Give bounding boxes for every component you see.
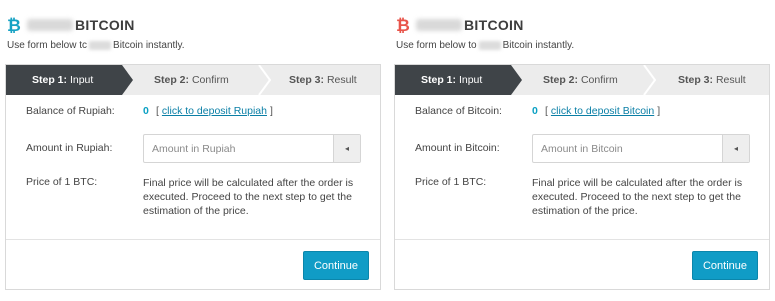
amount-field-group: ◂ [532,134,750,163]
price-description: Final price will be calculated after the… [143,177,354,217]
bracket-close: ] [269,105,273,117]
step-separator-icon [643,65,657,95]
price-label: Price of 1 BTC: [26,176,98,188]
panel-title: BITCOIN [464,17,524,33]
balance-value: 0 [532,105,538,117]
deposit-rupiah-link[interactable]: click to deposit Rupiah [162,105,267,117]
subtitle-text-start: Use form below to [396,40,477,51]
caret-left-icon[interactable]: ◂ [333,135,360,162]
step-3-label: Result [715,74,746,86]
step-2-label: Confirm [580,74,618,86]
step-1-tab: Step 1: Input [395,65,522,95]
balance-label: Balance of Rupiah: [26,105,115,117]
bracket-open: [ [545,105,548,117]
step-wizard: Step 1: Input Step 2: Confirm Step 3: Re… [395,65,769,95]
amount-label: Amount in Bitcoin: [415,142,500,154]
deposit-link-group: [click to deposit Bitcoin] [545,105,660,117]
form-divider [6,239,380,240]
form-divider [395,239,769,240]
subtitle-text-end: Bitcoin instantly. [113,40,185,51]
panel-subtitle: Use form below tc Bitcoin instantly. [7,40,185,51]
amount-label: Amount in Rupiah: [26,142,113,154]
step-wizard: Step 1: Input Step 2: Confirm Step 3: Re… [6,65,380,95]
redacted-action-text [416,19,462,31]
step-2-tab: Step 2: Confirm [543,65,618,95]
bitcoin-icon: ₿ [7,15,21,35]
step-2-prefix: Step 2: [543,74,579,86]
step-1-label: Input [458,74,483,86]
deposit-bitcoin-link[interactable]: click to deposit Bitcoin [551,105,654,117]
step-3-prefix: Step 3: [678,74,714,86]
panel-subtitle: Use form below to Bitcoin instantly. [396,40,574,51]
step-1-prefix: Step 1: [32,74,68,86]
balance-label: Balance of Bitcoin: [415,105,502,117]
step-2-tab: Step 2: Confirm [154,65,229,95]
panel-header: ₿ BITCOIN [7,14,135,36]
subtitle-text-end: Bitcoin instantly. [502,40,575,51]
amount-rupiah-input[interactable] [144,135,332,162]
panel-header: ₿ BITCOIN [396,14,524,36]
continue-button[interactable]: Continue [303,251,369,280]
caret-left-icon[interactable]: ◂ [722,135,749,162]
step-3-label: Result [326,74,357,86]
redacted-action-word [89,41,112,50]
step-2-prefix: Step 2: [154,74,190,86]
step-3-tab: Step 3: Result [678,65,746,95]
bracket-open: [ [156,105,159,117]
continue-button[interactable]: Continue [692,251,758,280]
sell-panel: ₿ BITCOIN Use form below tc Bitcoin inst… [5,0,381,301]
step-3-prefix: Step 3: [289,74,325,86]
step-separator-icon [258,65,272,95]
step-3-tab: Step 3: Result [289,65,357,95]
order-form-card: Step 1: Input Step 2: Confirm Step 3: Re… [5,64,381,290]
step-2-label: Confirm [191,74,229,86]
redacted-action-text [27,19,73,31]
order-form-card: Step 1: Input Step 2: Confirm Step 3: Re… [394,64,770,290]
step-1-label: Input [69,74,94,86]
bitcoin-icon: ₿ [396,15,410,35]
buy-panel: ₿ BITCOIN Use form below to Bitcoin inst… [394,0,770,301]
bracket-close: ] [657,105,661,117]
subtitle-text-start: Use form below tc [7,40,88,51]
deposit-link-group: [click to deposit Rupiah] [156,105,273,117]
step-1-prefix: Step 1: [421,74,457,86]
price-label: Price of 1 BTC: [415,176,487,188]
balance-value: 0 [143,105,149,117]
panel-title: BITCOIN [75,17,135,33]
step-1-tab: Step 1: Input [6,65,133,95]
price-description: Final price will be calculated after the… [532,177,743,217]
amount-field-group: ◂ [143,134,361,163]
redacted-action-word [478,41,501,50]
amount-bitcoin-input[interactable] [533,135,721,162]
